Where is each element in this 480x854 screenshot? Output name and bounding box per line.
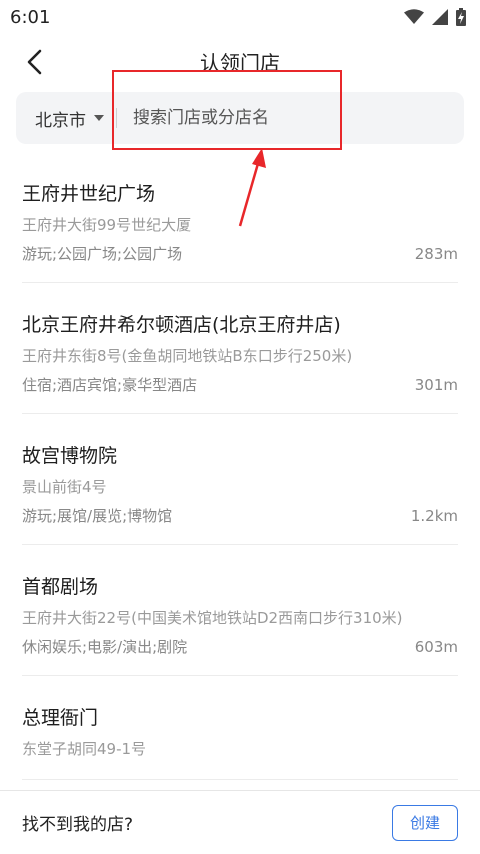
- search-input[interactable]: [133, 92, 464, 144]
- store-list-item[interactable]: 王府井世纪广场王府井大街99号世纪大厦 游玩;公园广场;公园广场 283m: [22, 152, 458, 283]
- back-button[interactable]: [14, 42, 54, 82]
- store-distance: 283m: [414, 244, 458, 263]
- store-name: 首都剧场: [22, 576, 99, 598]
- battery-charging-icon: [456, 8, 466, 26]
- store-category: 住宿;酒店宾馆;豪华型酒店: [22, 376, 198, 394]
- store-list: 王府井世纪广场王府井大街99号世纪大厦 游玩;公园广场;公园广场 283m 北京王府井…: [0, 152, 480, 780]
- store-list-item[interactable]: 北京王府井希尔顿酒店(北京王府井店) 王府井东街8号(金鱼胡同地铁站B东口步行25…: [22, 283, 458, 414]
- store-list-item[interactable]: 首都剧场王府井大街22号(中国美术馆地铁站D2西南口步行310米) 休闲娱乐;电影…: [22, 545, 458, 676]
- create-button[interactable]: 创建: [392, 804, 458, 841]
- chevron-left-icon: [27, 49, 42, 75]
- store-name: 故宫博物院: [22, 445, 118, 467]
- store-meta: 游玩;展馆/展览;博物馆 1.2km: [22, 505, 458, 526]
- store-address: 王府井大街99号世纪大厦: [22, 216, 192, 234]
- store-address: 王府井大街22号(中国美术馆地铁站D2西南口步行310米): [22, 609, 403, 627]
- store-address: 景山前街4号: [22, 478, 107, 496]
- store-list-item[interactable]: 总理衙门东堂子胡同49-1号: [22, 676, 458, 780]
- store-list-item[interactable]: 故宫博物院景山前街4号游玩;展馆/展览;博物馆 1.2km: [22, 414, 458, 545]
- status-time: 6:01: [10, 6, 51, 28]
- divider: [116, 108, 117, 128]
- store-meta: 住宿;酒店宾馆;豪华型酒店 301m: [22, 374, 458, 395]
- city-label: 北京市: [35, 110, 86, 131]
- city-selector[interactable]: 北京市: [16, 92, 116, 144]
- store-meta: 游玩;公园广场;公园广场 283m: [22, 243, 458, 264]
- bottom-bar: 找不到我的店? 创建: [0, 790, 480, 854]
- wifi-icon: [404, 9, 424, 24]
- screen: 6:01 认领门店 北京市 搜索门店或分店名 王府井世纪广场 王府井大街99号世…: [0, 0, 480, 854]
- store-address: 东堂子胡同49-1号: [22, 740, 147, 758]
- store-distance: 1.2km: [410, 506, 458, 525]
- store-meta: 休闲娱乐;电影/演出;剧院 603m: [22, 636, 458, 657]
- store-address: 王府井东街8号(金鱼胡同地铁站B东口步行250米): [22, 347, 353, 365]
- store-name: 北京王府井希尔顿酒店(北京王府井店): [22, 314, 341, 336]
- store-category: 休闲娱乐;电影/演出;剧院: [22, 638, 188, 656]
- search-bar: 北京市: [16, 92, 464, 144]
- store-category: 游玩;公园广场;公园广场: [22, 245, 183, 263]
- store-distance: 603m: [414, 637, 458, 656]
- status-bar: 6:01: [0, 0, 480, 34]
- caret-down-icon: [94, 115, 104, 121]
- store-name: 王府井世纪广场: [22, 183, 156, 205]
- status-icons: [404, 8, 466, 26]
- not-found-label: 找不到我的店?: [22, 815, 134, 835]
- page-title: 认领门店: [200, 50, 280, 75]
- store-category: 游玩;展馆/展览;博物馆: [22, 507, 173, 525]
- cellular-signal-icon: [432, 9, 448, 25]
- store-name: 总理衙门: [22, 707, 99, 729]
- title-bar: 认领门店: [0, 34, 480, 88]
- store-distance: 301m: [414, 375, 458, 394]
